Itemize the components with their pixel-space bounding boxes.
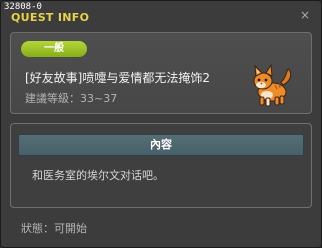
window-title: QUEST INFO	[11, 11, 90, 24]
quest-info-window: 32808-0 QUEST INFO × 一般 [好友故事]喷嚏与爱情都无法掩饰…	[0, 0, 322, 248]
content-text: 和医务室的埃尔文对话吧。	[32, 169, 164, 182]
content-header: 內容	[18, 134, 304, 156]
content-panel: 內容 和医务室的埃尔文对话吧。	[10, 123, 312, 208]
quest-header-panel: 一般 [好友故事]喷嚏与爱情都无法掩饰2 建議等級：33~37	[10, 32, 312, 114]
orange-cat-icon	[253, 63, 292, 107]
close-icon[interactable]: ×	[299, 9, 311, 21]
quest-title: [好友故事]喷嚏与爱情都无法掩饰2	[25, 71, 210, 85]
category-badge: 一般	[21, 41, 87, 57]
recommended-level: 建議等級：33~37	[25, 92, 118, 105]
quest-status: 狀態：可開始	[21, 222, 87, 235]
